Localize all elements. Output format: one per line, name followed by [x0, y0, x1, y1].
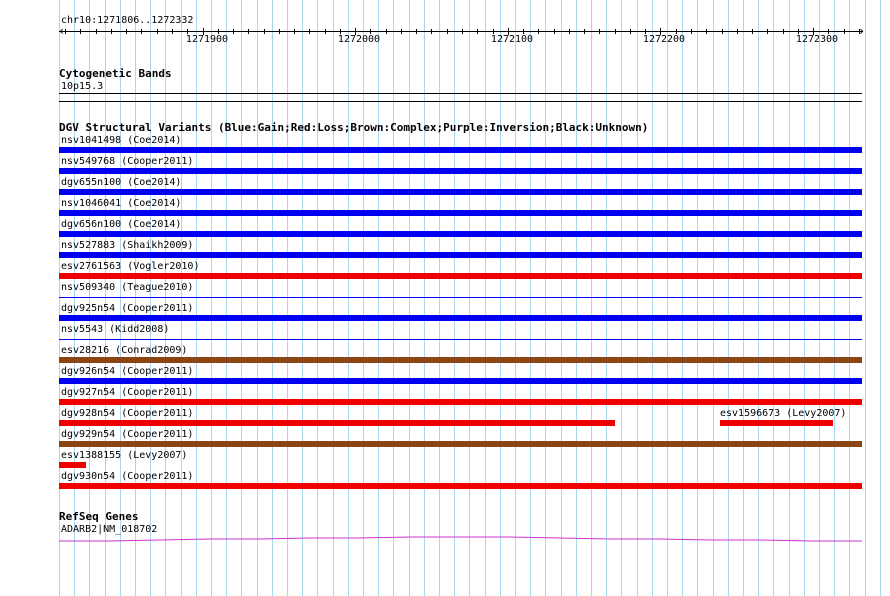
dgv-variant-bar[interactable]	[59, 378, 862, 384]
dgv-variant-bar[interactable]	[59, 315, 862, 321]
ruler-minor-tick	[96, 29, 97, 34]
ruler-minor-tick	[126, 29, 127, 34]
ruler-minor-tick	[172, 29, 173, 34]
ruler-minor-tick	[722, 29, 723, 34]
ruler-minor-tick	[569, 29, 570, 34]
ruler-minor-tick	[309, 29, 310, 34]
dgv-variant-bar[interactable]	[59, 168, 862, 174]
cytoband-label[interactable]: 10p15.3	[61, 81, 103, 93]
dgv-variant-label[interactable]: esv1596673 (Levy2007)	[720, 408, 846, 420]
cytoband-track-title[interactable]: Cytogenetic Bands	[59, 68, 172, 80]
position-label: chr10:1271806..1272332	[61, 15, 194, 26]
ruler-minor-tick	[325, 29, 326, 34]
dgv-variant-label[interactable]: dgv929n54 (Cooper2011)	[61, 429, 193, 441]
ruler-minor-tick	[844, 29, 845, 34]
ruler-minor-tick	[416, 29, 417, 34]
dgv-variant-label[interactable]: dgv930n54 (Cooper2011)	[61, 471, 193, 483]
ruler-axis	[59, 31, 862, 32]
ruler-minor-tick	[706, 29, 707, 34]
refseq-gene-line[interactable]	[0, 530, 890, 546]
ruler-minor-tick	[401, 29, 402, 34]
dgv-variant-bar[interactable]	[59, 399, 862, 405]
ruler-minor-tick	[691, 29, 692, 34]
ruler-minor-tick	[386, 29, 387, 34]
ruler-tick-label: 1272000	[337, 34, 381, 45]
ruler-minor-tick	[752, 29, 753, 34]
dgv-variant-label[interactable]: dgv926n54 (Cooper2011)	[61, 366, 193, 378]
ruler-minor-tick	[783, 29, 784, 34]
dgv-variant-label[interactable]: nsv1046041 (Coe2014)	[61, 198, 181, 210]
ruler-tick-label: 1272300	[795, 34, 839, 45]
ruler-minor-tick	[80, 29, 81, 34]
ruler-minor-tick	[447, 29, 448, 34]
ruler-minor-tick	[477, 29, 478, 34]
ruler-minor-tick	[157, 29, 158, 34]
ruler-minor-tick	[584, 29, 585, 34]
ruler-tick-label: 1272200	[642, 34, 686, 45]
refseq-track-title[interactable]: RefSeq Genes	[59, 511, 138, 523]
ruler-minor-tick	[111, 29, 112, 34]
dgv-variant-bar[interactable]	[59, 420, 615, 426]
ruler-minor-tick	[264, 29, 265, 34]
dgv-variant-bar[interactable]	[59, 357, 862, 363]
dgv-variant-bar[interactable]	[720, 420, 833, 426]
dgv-variant-label[interactable]: nsv509340 (Teague2010)	[61, 282, 193, 294]
ruler-minor-tick	[615, 29, 616, 34]
ruler-minor-tick	[431, 29, 432, 34]
dgv-variant-label[interactable]: dgv925n54 (Cooper2011)	[61, 303, 193, 315]
track-grid	[59, 0, 881, 596]
dgv-variant-label[interactable]: dgv928n54 (Cooper2011)	[61, 408, 193, 420]
ruler-minor-tick	[859, 29, 860, 34]
dgv-variant-label[interactable]: esv2761563 (Vogler2010)	[61, 261, 199, 273]
ruler-minor-tick	[279, 29, 280, 34]
dgv-variant-label[interactable]: nsv5543 (Kidd2008)	[61, 324, 169, 336]
ruler-minor-tick	[538, 29, 539, 34]
dgv-variant-bar[interactable]	[59, 297, 862, 298]
dgv-variant-bar[interactable]	[59, 462, 86, 468]
refseq-intron-line	[59, 536, 862, 542]
ruler-minor-tick	[294, 29, 295, 34]
dgv-variant-bar[interactable]	[59, 273, 862, 279]
dgv-variant-label[interactable]: nsv1041498 (Coe2014)	[61, 135, 181, 147]
dgv-variant-bar[interactable]	[59, 210, 862, 216]
dgv-track-title[interactable]: DGV Structural Variants (Blue:Gain;Red:L…	[59, 122, 648, 134]
dgv-variant-bar[interactable]	[59, 231, 862, 237]
ruler-minor-tick	[248, 29, 249, 34]
ruler-tick-label: 1272100	[490, 34, 534, 45]
dgv-variant-bar[interactable]	[59, 252, 862, 258]
dgv-variant-label[interactable]: nsv527883 (Shaikh2009)	[61, 240, 193, 252]
dgv-variant-bar[interactable]	[59, 339, 862, 340]
dgv-variant-label[interactable]: dgv655n100 (Coe2014)	[61, 177, 181, 189]
dgv-variant-label[interactable]: esv1388155 (Levy2007)	[61, 450, 187, 462]
ruler-minor-tick	[630, 29, 631, 34]
dgv-variant-label[interactable]: dgv927n54 (Cooper2011)	[61, 387, 193, 399]
ruler-minor-tick	[141, 29, 142, 34]
cytoband-bar-bottom	[59, 101, 862, 102]
ruler-tick-label: 1271900	[185, 34, 229, 45]
ruler-minor-tick	[554, 29, 555, 34]
dgv-variant-label[interactable]: esv28216 (Conrad2009)	[61, 345, 187, 357]
dgv-variant-bar[interactable]	[59, 441, 862, 447]
dgv-variant-label[interactable]: dgv656n100 (Coe2014)	[61, 219, 181, 231]
ruler-minor-tick	[233, 29, 234, 34]
dgv-variant-bar[interactable]	[59, 147, 862, 153]
ruler-minor-tick	[65, 29, 66, 34]
cytoband-bar-top	[59, 93, 862, 94]
ruler-minor-tick	[767, 29, 768, 34]
ruler-minor-tick	[599, 29, 600, 34]
dgv-variant-bar[interactable]	[59, 483, 862, 489]
dgv-variant-bar[interactable]	[59, 189, 862, 195]
ruler-minor-tick	[462, 29, 463, 34]
ruler-minor-tick	[737, 29, 738, 34]
dgv-variant-label[interactable]: nsv549768 (Cooper2011)	[61, 156, 193, 168]
